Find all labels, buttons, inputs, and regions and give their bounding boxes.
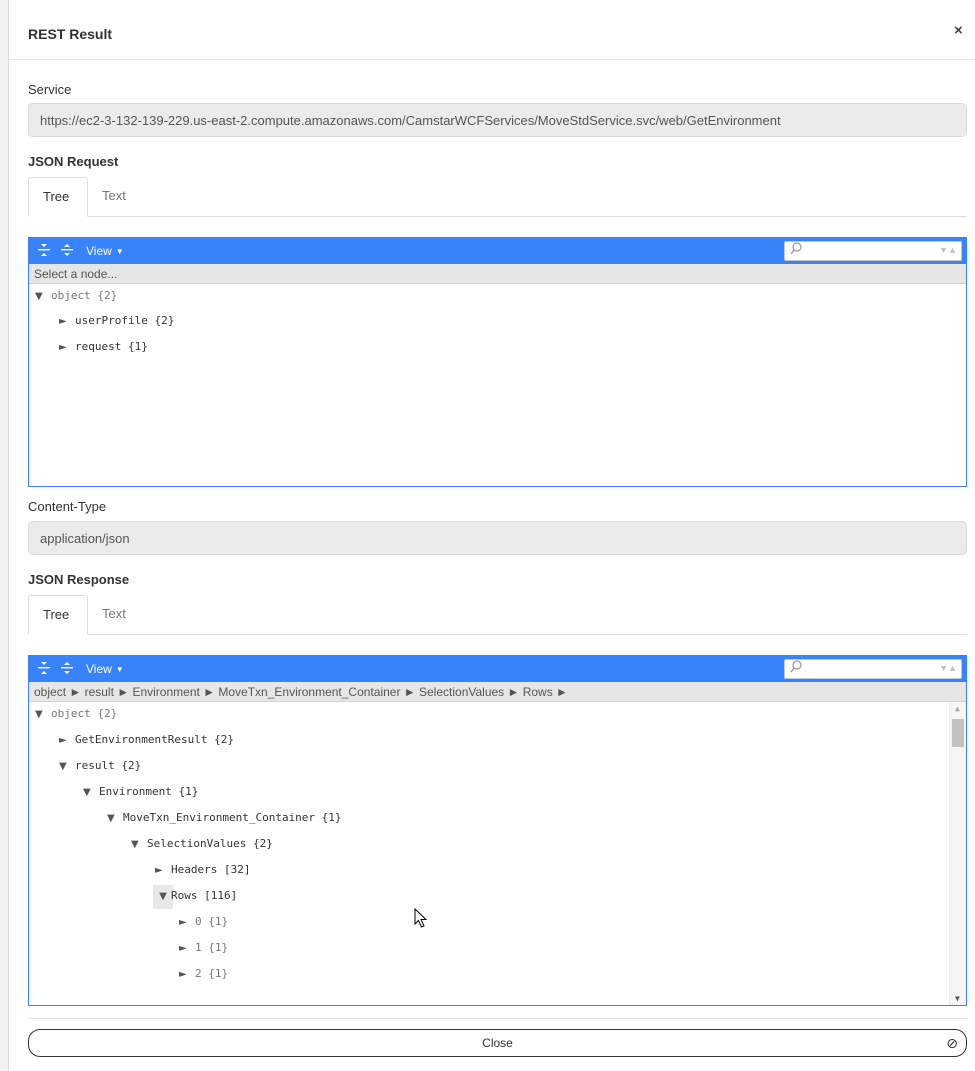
request-tabs: Tree Text — [28, 177, 967, 217]
search-icon — [790, 660, 802, 677]
tree-node-label: request {1} — [75, 340, 148, 353]
tree-row[interactable]: ▼ MoveTxn_Environment_Container {1} — [107, 806, 342, 830]
request-tab-text[interactable]: Text — [88, 177, 140, 217]
service-label: Service — [28, 82, 72, 97]
expand-toggle-icon[interactable]: ► — [59, 336, 75, 360]
expand-toggle-icon[interactable]: ▼ — [107, 807, 123, 831]
chevron-down-icon: ▼ — [115, 665, 124, 674]
tree-row[interactable]: ▼ Rows [116] — [153, 884, 238, 909]
response-json-editor: View ▼ ▼▲ object ► result ► Environment ►… — [28, 655, 967, 1006]
expand-toggle-icon[interactable]: ► — [179, 963, 195, 987]
dialog-title: REST Result — [28, 26, 113, 42]
tree-row[interactable]: ► 1 {1} — [179, 936, 228, 960]
cancel-icon: ⊘ — [946, 1035, 958, 1051]
tree-row[interactable]: ▼ result {2} — [59, 754, 141, 778]
tree-node-label: 0 {1} — [195, 915, 229, 928]
expand-toggle-icon[interactable]: ► — [59, 729, 75, 753]
response-editor-menu: View ▼ ▼▲ — [29, 656, 966, 682]
request-navbar: Select a node... — [29, 264, 966, 284]
background-page-edge — [0, 0, 9, 1071]
expand-toggle-icon[interactable]: ► — [155, 859, 171, 883]
chevron-down-icon: ▼ — [115, 247, 124, 256]
collapse-all-icon[interactable] — [35, 660, 53, 678]
request-search-input[interactable]: ▼▲ — [784, 241, 962, 261]
tree-row[interactable]: ▼ SelectionValues {2} — [131, 832, 273, 856]
tree-row[interactable]: ► 2 {1} — [179, 962, 228, 986]
tree-row[interactable]: ▼ Environment {1} — [83, 780, 198, 804]
expand-all-icon[interactable] — [58, 660, 76, 678]
search-nav-arrows-icon[interactable]: ▼▲ — [939, 663, 957, 673]
tree-node-label: object {2} — [51, 707, 118, 720]
expand-toggle-icon[interactable]: ▼ — [153, 885, 173, 909]
response-tree-scrollbar[interactable]: ▲ ▼ — [949, 702, 966, 1005]
response-tab-tree[interactable]: Tree — [28, 595, 88, 635]
response-tab-text[interactable]: Text — [88, 595, 140, 635]
expand-toggle-icon[interactable]: ▼ — [131, 833, 147, 857]
expand-toggle-icon[interactable]: ▼ — [35, 703, 51, 727]
tree-row[interactable]: ► userProfile {2} — [59, 309, 174, 333]
scroll-up-arrow-icon[interactable]: ▲ — [955, 704, 960, 713]
tree-node-label: Rows [116] — [171, 889, 238, 902]
request-editor-menu: View ▼ ▼▲ — [29, 238, 966, 264]
view-label: View — [86, 244, 112, 258]
tree-row[interactable]: ► 0 {1} — [179, 910, 228, 934]
rest-result-dialog: REST Result × Service https://ec2-3-132-… — [9, 0, 975, 1071]
response-search-input[interactable]: ▼▲ — [784, 659, 962, 679]
json-request-label: JSON Request — [28, 154, 119, 169]
collapse-all-icon[interactable] — [35, 242, 53, 260]
tree-row[interactable]: ▼ object {2} — [35, 284, 117, 308]
tree-node-label: MoveTxn_Environment_Container {1} — [123, 811, 342, 824]
content-type-label: Content-Type — [28, 499, 107, 514]
tree-row[interactable]: ► GetEnvironmentResult {2} — [59, 728, 234, 752]
footer-divider — [28, 1018, 967, 1019]
service-url-field: https://ec2-3-132-139-229.us-east-2.comp… — [28, 103, 967, 137]
search-nav-arrows-icon[interactable]: ▼▲ — [939, 245, 957, 255]
expand-all-icon[interactable] — [58, 242, 76, 260]
tree-node-label: userProfile {2} — [75, 314, 175, 327]
content-type-field: application/json — [28, 521, 967, 555]
request-tree: ▼ object {2} ► userProfile {2} ► request {1… — [29, 284, 966, 486]
tree-node-label: result {2} — [75, 759, 142, 772]
scrollbar-thumb[interactable] — [952, 719, 964, 747]
response-navbar-breadcrumb[interactable]: object ► result ► Environment ► MoveTxn_… — [29, 682, 966, 702]
tree-node-label: object {2} — [51, 289, 118, 302]
tree-node-label: GetEnvironmentResult {2} — [75, 733, 234, 746]
expand-toggle-icon[interactable]: ▼ — [83, 781, 99, 805]
tree-row[interactable]: ▼ object {2} — [35, 702, 117, 726]
response-view-menu-button[interactable]: View ▼ — [86, 662, 124, 676]
scroll-down-arrow-icon[interactable]: ▼ — [955, 994, 960, 1003]
request-view-menu-button[interactable]: View ▼ — [86, 244, 124, 258]
response-tabs: Tree Text — [28, 595, 967, 635]
tree-row[interactable]: ► request {1} — [59, 335, 148, 359]
response-tree: ▼ object {2} ► GetEnvironmentResult {2} ▼ r… — [29, 702, 966, 1005]
expand-toggle-icon[interactable]: ► — [59, 310, 75, 334]
request-json-editor: View ▼ ▼▲ Select a node... ▼ object {2} ► u… — [28, 237, 967, 487]
dialog-header: REST Result × — [9, 0, 975, 60]
tree-node-label: 1 {1} — [195, 941, 229, 954]
close-button-label: Close — [482, 1036, 513, 1050]
request-tab-tree[interactable]: Tree — [28, 177, 88, 217]
expand-toggle-icon[interactable]: ▼ — [59, 755, 75, 779]
expand-toggle-icon[interactable]: ► — [179, 937, 195, 961]
close-icon[interactable]: × — [954, 22, 963, 39]
tree-row[interactable]: ► Headers [32] — [155, 858, 250, 882]
json-response-label: JSON Response — [28, 572, 130, 587]
close-button[interactable]: Close ⊘ — [28, 1029, 967, 1057]
tree-node-label: SelectionValues {2} — [147, 837, 273, 850]
tree-node-label: Environment {1} — [99, 785, 199, 798]
tree-node-label: 2 {1} — [195, 967, 229, 980]
expand-toggle-icon[interactable]: ► — [179, 911, 195, 935]
search-icon — [790, 242, 802, 259]
tree-node-label: Headers [32] — [171, 863, 251, 876]
view-label: View — [86, 662, 112, 676]
mouse-cursor-icon — [414, 907, 428, 933]
expand-toggle-icon[interactable]: ▼ — [35, 285, 51, 309]
